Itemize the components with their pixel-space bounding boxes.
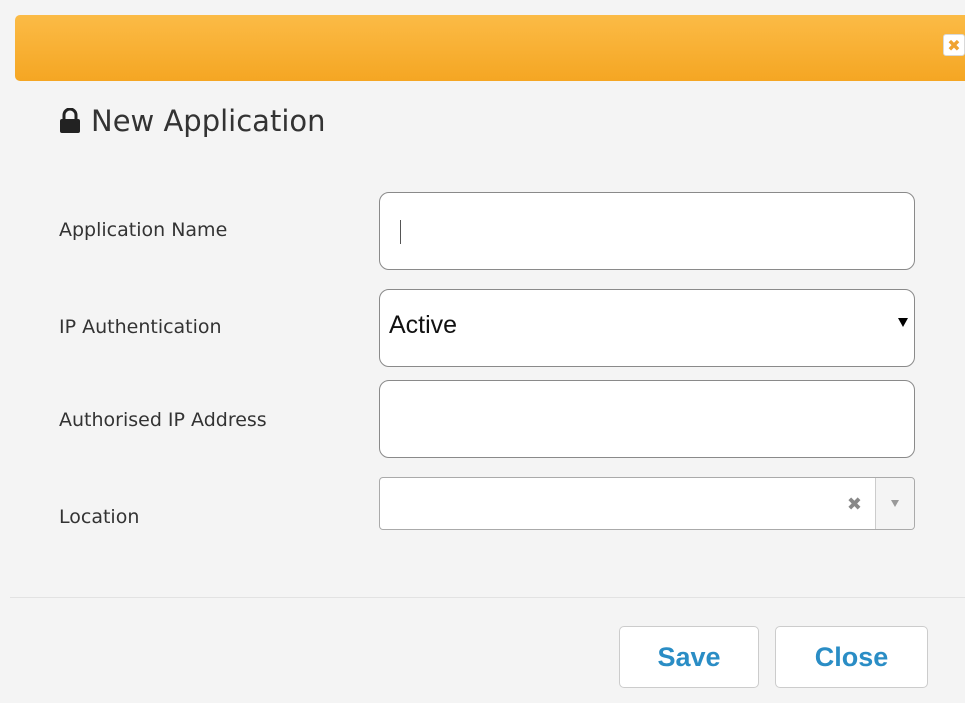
ip-authentication-value: Active	[389, 311, 458, 339]
location-dropdown-toggle[interactable]	[875, 478, 914, 529]
location-label: Location	[59, 506, 140, 528]
chevron-down-icon	[891, 500, 899, 507]
application-name-label: Application Name	[59, 219, 228, 241]
ip-authentication-select[interactable]: Active	[379, 289, 915, 367]
dropdown-arrow-icon	[898, 318, 908, 327]
close-icon[interactable]: ✖	[943, 34, 965, 56]
lock-icon	[60, 108, 80, 133]
dialog-header-bar: ✖	[15, 15, 965, 81]
application-name-input[interactable]	[379, 192, 915, 270]
authorised-ip-label: Authorised IP Address	[59, 409, 267, 431]
location-select[interactable]: ✖	[379, 477, 915, 530]
dialog-title: New Application	[91, 104, 326, 138]
clear-icon[interactable]: ✖	[847, 494, 862, 515]
close-button[interactable]: Close	[775, 626, 928, 688]
text-caret	[400, 220, 401, 244]
dialog-title-row: New Application	[59, 104, 326, 138]
authorised-ip-input[interactable]	[379, 380, 915, 458]
save-button[interactable]: Save	[619, 626, 759, 688]
footer-divider	[10, 597, 965, 598]
ip-authentication-label: IP Authentication	[59, 316, 222, 338]
